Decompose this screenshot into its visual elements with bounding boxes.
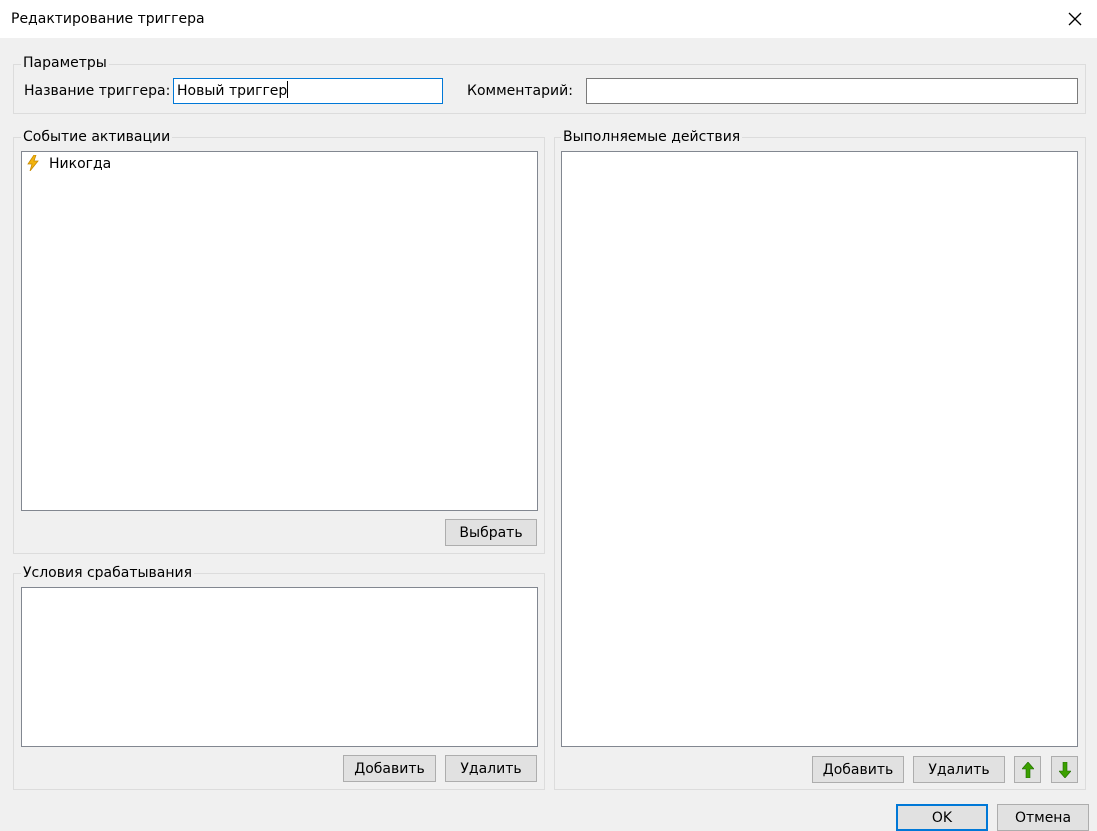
title-bar: Редактирование триггера xyxy=(0,0,1097,38)
comment-field[interactable] xyxy=(586,78,1078,104)
arrow-down-icon xyxy=(1059,762,1071,778)
params-legend: Параметры xyxy=(21,55,109,71)
activation-list[interactable]: Никогда xyxy=(21,151,538,511)
window-title: Редактирование триггера xyxy=(11,11,205,27)
select-button[interactable]: Выбрать xyxy=(445,519,537,546)
comment-label: Комментарий: xyxy=(467,83,573,99)
trigger-name-value: Новый триггер xyxy=(177,83,288,99)
cancel-button[interactable]: Отмена xyxy=(997,804,1089,831)
actions-list[interactable] xyxy=(561,151,1078,747)
activation-legend: Событие активации xyxy=(21,129,173,145)
actions-legend: Выполняемые действия xyxy=(561,129,743,145)
add-condition-button[interactable]: Добавить xyxy=(343,755,436,782)
list-item-label: Никогда xyxy=(49,156,112,172)
ok-button[interactable]: OK xyxy=(896,804,988,831)
close-button[interactable] xyxy=(1060,4,1090,34)
trigger-name-label: Название триггера: xyxy=(24,83,171,99)
move-up-button[interactable] xyxy=(1014,756,1041,783)
arrow-up-icon xyxy=(1022,762,1034,778)
conditions-list[interactable] xyxy=(21,587,538,747)
trigger-name-field[interactable]: Новый триггер xyxy=(173,78,443,104)
conditions-legend: Условия срабатывания xyxy=(21,565,195,581)
add-action-button[interactable]: Добавить xyxy=(812,756,904,783)
remove-action-button[interactable]: Удалить xyxy=(913,756,1005,783)
text-caret xyxy=(287,81,289,98)
close-icon xyxy=(1068,12,1082,26)
lightning-icon xyxy=(27,155,39,171)
remove-condition-button[interactable]: Удалить xyxy=(445,755,537,782)
move-down-button[interactable] xyxy=(1051,756,1078,783)
